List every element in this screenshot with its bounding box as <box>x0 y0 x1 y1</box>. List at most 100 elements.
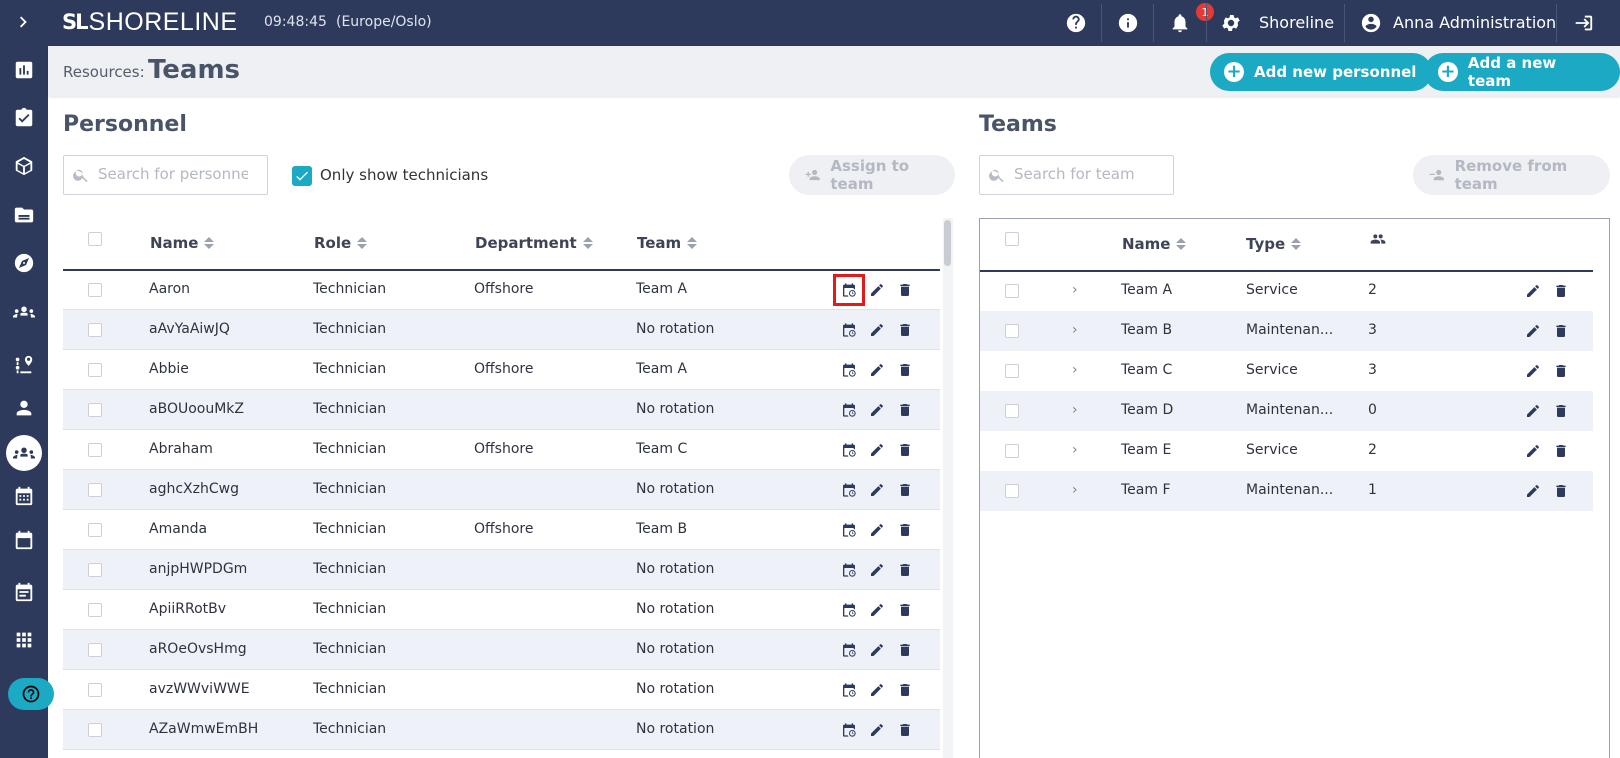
pencil-icon[interactable] <box>1523 361 1543 381</box>
table-row[interactable]: aAvYaAiwJQ Technician No rotation <box>63 310 940 350</box>
expand-chevron-icon[interactable]: › <box>1072 442 1078 458</box>
rotation-calendar-icon[interactable] <box>839 560 859 580</box>
info-icon[interactable] <box>1115 10 1141 36</box>
org-switcher[interactable]: Shoreline <box>1259 13 1334 32</box>
help-button[interactable] <box>8 678 54 710</box>
row-checkbox[interactable] <box>88 603 102 617</box>
pencil-icon[interactable] <box>867 720 887 740</box>
table-row[interactable]: › Team B Maintenan... 3 <box>980 311 1593 351</box>
pencil-icon[interactable] <box>867 600 887 620</box>
personnel-scroll-thumb[interactable] <box>944 220 951 266</box>
table-row[interactable]: aBOUoouMkZ Technician No rotation <box>63 390 940 430</box>
sidebar-item-dashboard-chart[interactable] <box>0 50 48 90</box>
pencil-icon[interactable] <box>867 680 887 700</box>
expand-chevron-icon[interactable]: › <box>1072 362 1078 378</box>
table-row[interactable]: ApiiRRotBv Technician No rotation <box>63 590 940 630</box>
pencil-icon[interactable] <box>867 440 887 460</box>
trash-icon[interactable] <box>895 440 915 460</box>
column-name[interactable]: Name <box>1122 235 1187 253</box>
trash-icon[interactable] <box>895 600 915 620</box>
trash-icon[interactable] <box>1551 361 1571 381</box>
trash-icon[interactable] <box>895 280 915 300</box>
row-checkbox[interactable] <box>1005 324 1019 338</box>
row-checkbox[interactable] <box>88 643 102 657</box>
row-checkbox[interactable] <box>88 363 102 377</box>
pencil-icon[interactable] <box>867 480 887 500</box>
expand-chevron-icon[interactable]: › <box>1072 322 1078 338</box>
logout-icon[interactable] <box>1570 10 1596 36</box>
pencil-icon[interactable] <box>1523 281 1543 301</box>
select-all-checkbox[interactable] <box>88 232 102 246</box>
table-row[interactable]: › Team F Maintenan... 1 <box>980 471 1593 511</box>
row-checkbox[interactable] <box>88 283 102 297</box>
team-search-input[interactable] <box>1014 165 1164 183</box>
rotation-calendar-icon[interactable] <box>839 680 859 700</box>
expand-chevron-icon[interactable]: › <box>1072 402 1078 418</box>
column-type[interactable]: Type <box>1246 235 1302 253</box>
expand-chevron-icon[interactable]: › <box>1072 282 1078 298</box>
rotation-calendar-icon[interactable] <box>839 640 859 660</box>
row-checkbox[interactable] <box>88 523 102 537</box>
question-icon[interactable] <box>1063 10 1089 36</box>
table-row[interactable]: Abraham Technician Offshore Team C <box>63 430 940 470</box>
row-checkbox[interactable] <box>88 683 102 697</box>
row-checkbox[interactable] <box>88 723 102 737</box>
trash-icon[interactable] <box>1551 321 1571 341</box>
trash-icon[interactable] <box>895 360 915 380</box>
pencil-icon[interactable] <box>867 320 887 340</box>
table-row[interactable]: › Team A Service 2 <box>980 271 1593 311</box>
row-checkbox[interactable] <box>88 443 102 457</box>
sidebar-item-apps-grid[interactable] <box>0 620 48 660</box>
table-row[interactable]: aghcXzhCwg Technician No rotation <box>63 470 940 510</box>
rotation-calendar-icon[interactable] <box>839 720 859 740</box>
table-row[interactable]: Abbie Technician Offshore Team A <box>63 350 940 390</box>
sidebar-item-calendar[interactable] <box>0 520 48 560</box>
sidebar-item-clipboard-check[interactable] <box>0 98 48 138</box>
row-checkbox[interactable] <box>1005 284 1019 298</box>
trash-icon[interactable] <box>895 320 915 340</box>
expand-chevron-icon[interactable]: › <box>1072 482 1078 498</box>
trash-icon[interactable] <box>1551 401 1571 421</box>
only-technicians-checkbox[interactable] <box>292 166 312 186</box>
trash-icon[interactable] <box>895 560 915 580</box>
sidebar-item-calendar-grid[interactable] <box>0 476 48 516</box>
row-checkbox[interactable] <box>88 563 102 577</box>
assign-to-team-button[interactable]: Assign to team <box>789 155 955 195</box>
pencil-icon[interactable] <box>1523 481 1543 501</box>
trash-icon[interactable] <box>895 480 915 500</box>
sidebar-item-cube[interactable] <box>0 146 48 186</box>
table-row[interactable]: aROeOvsHmg Technician No rotation <box>63 630 940 670</box>
pencil-icon[interactable] <box>1523 401 1543 421</box>
gear-icon[interactable] <box>1218 10 1244 36</box>
trash-icon[interactable] <box>895 640 915 660</box>
sidebar-item-route-pin[interactable] <box>0 345 48 385</box>
row-checkbox[interactable] <box>88 323 102 337</box>
account-icon[interactable] <box>1358 10 1384 36</box>
pencil-icon[interactable] <box>1523 441 1543 461</box>
sidebar-item-folder[interactable] <box>0 195 48 235</box>
remove-from-team-button[interactable]: Remove from team <box>1413 155 1610 195</box>
table-row[interactable]: AZaWmwEmBH Technician No rotation <box>63 710 940 750</box>
bell-icon[interactable] <box>1167 10 1193 36</box>
row-checkbox[interactable] <box>1005 364 1019 378</box>
rotation-calendar-icon[interactable] <box>839 520 859 540</box>
pencil-icon[interactable] <box>867 520 887 540</box>
rotation-calendar-icon[interactable] <box>833 274 865 306</box>
team-search[interactable] <box>979 155 1174 195</box>
column-role[interactable]: Role <box>314 234 368 252</box>
trash-icon[interactable] <box>895 680 915 700</box>
pencil-icon[interactable] <box>867 560 887 580</box>
trash-icon[interactable] <box>895 400 915 420</box>
table-row[interactable]: › Team E Service 2 <box>980 431 1593 471</box>
row-checkbox[interactable] <box>88 403 102 417</box>
table-row[interactable]: › Team C Service 3 <box>980 351 1593 391</box>
select-all-checkbox[interactable] <box>1005 232 1019 246</box>
column-name[interactable]: Name <box>150 234 215 252</box>
pencil-icon[interactable] <box>867 400 887 420</box>
sidebar-item-teams[interactable] <box>0 433 48 473</box>
personnel-scrollbar[interactable] <box>943 218 953 758</box>
rotation-calendar-icon[interactable] <box>839 320 859 340</box>
rotation-calendar-icon[interactable] <box>839 600 859 620</box>
pencil-icon[interactable] <box>1523 321 1543 341</box>
trash-icon[interactable] <box>1551 281 1571 301</box>
